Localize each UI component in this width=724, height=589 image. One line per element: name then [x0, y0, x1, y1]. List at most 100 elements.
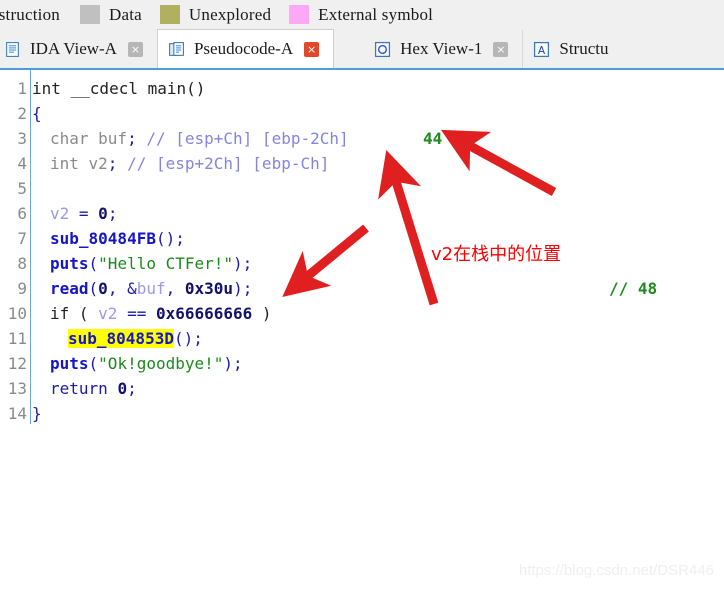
token-calling-convention: __cdecl — [70, 79, 148, 98]
token-equality-op: == — [117, 304, 156, 323]
token-close-paren: ); — [233, 279, 253, 298]
line-number: 11 — [7, 329, 27, 348]
line-number: 10 — [7, 304, 27, 323]
line-number: 8 — [17, 254, 27, 273]
token-function-name: main — [147, 79, 187, 98]
code-line-4[interactable]: int v2; // [esp+2Ch] [ebp-Ch] — [50, 151, 329, 176]
code-line-9[interactable]: read(0, &buf, 0x30u); — [50, 276, 252, 301]
code-line-14[interactable]: } — [32, 401, 42, 426]
token-string-hello: "Hello CTFer!" — [98, 254, 234, 273]
code-area[interactable]: 1 2 3 4 5 6 7 8 9 10 11 12 13 14 int __c… — [0, 70, 724, 589]
token-semicolon: ; — [107, 154, 118, 173]
legend-swatch-external-symbol — [289, 5, 310, 24]
token-close-paren: ) — [252, 304, 272, 323]
token-arg-fd: 0 — [98, 279, 108, 298]
token-int-decl: int v2 — [50, 154, 108, 173]
line-number: 3 — [17, 129, 27, 148]
line-number: 6 — [17, 204, 27, 223]
code-line-11[interactable]: sub_804853D(); — [68, 326, 203, 351]
code-line-3[interactable]: char buf; // [esp+Ch] [ebp-2Ch] — [50, 126, 349, 151]
svg-text:A: A — [538, 43, 546, 56]
line-number: 9 — [17, 279, 27, 298]
code-line-8[interactable]: puts("Hello CTFer!"); — [50, 251, 252, 276]
legend-label-external-symbol: External symbol — [318, 4, 434, 24]
token-parens: () — [186, 79, 206, 98]
annotation-offset-44: 44 — [423, 129, 443, 148]
line-number: 12 — [7, 354, 27, 373]
legend-swatch-unexplored — [159, 5, 180, 24]
document-icon — [6, 41, 19, 57]
line-number: 14 — [7, 404, 27, 423]
legend-item-unexplored: Unexplored — [159, 0, 289, 29]
token-string-goodbye: "Ok!goodbye!" — [98, 354, 224, 373]
token-semicolon: ; — [127, 379, 137, 398]
token-close-paren: ); — [233, 254, 253, 273]
token-comma: , — [165, 279, 185, 298]
token-assign-op: = — [69, 204, 99, 223]
legend-bar: nstruction Data Unexplored External symb… — [0, 0, 724, 30]
token-return-value: 0 — [117, 379, 128, 398]
structures-icon: A — [534, 41, 550, 57]
token-magic-value: 0x66666666 — [155, 304, 253, 323]
legend-label-data: Data — [109, 4, 142, 24]
hex-view-icon — [375, 41, 391, 57]
token-open-paren: ( — [88, 354, 99, 373]
annotation-offset-48: // 48 — [609, 279, 658, 298]
legend-swatch-data — [80, 5, 100, 24]
token-stack-comment: // [esp+Ch] [ebp-2Ch] — [136, 129, 349, 148]
legend-item-external-symbol: External symbol — [289, 0, 451, 29]
tab-label-structures: Structu — [559, 39, 609, 58]
legend-item-data: Data — [80, 0, 160, 29]
token-open-brace: { — [32, 104, 42, 123]
token-call-sub-804853d-highlighted[interactable]: sub_804853D — [68, 329, 174, 348]
watermark-text: https://blog.csdn.net/DSR446 — [518, 562, 714, 579]
arrow-to-buf-offset — [440, 129, 557, 196]
token-return-keyword: return — [50, 379, 118, 398]
tab-hex-view-1[interactable]: Hex View-1 × — [364, 30, 523, 68]
token-return-type: int — [32, 79, 71, 98]
tab-label-pseudocode-a: Pseudocode-A — [193, 39, 294, 58]
legend-label-instruction: nstruction — [0, 4, 60, 24]
token-call-sub-80484fb[interactable]: sub_80484FB — [50, 229, 156, 248]
token-call-tail: (); — [155, 229, 185, 248]
tab-pseudocode-a[interactable]: Pseudocode-A × — [156, 29, 335, 68]
token-char-decl: char buf — [50, 129, 128, 148]
line-number: 13 — [7, 379, 27, 398]
pseudocode-icon — [169, 41, 184, 56]
token-call-puts[interactable]: puts — [50, 254, 89, 273]
token-call-read[interactable]: read — [50, 279, 89, 298]
tab-label-ida-view-a: IDA View-A — [30, 39, 117, 58]
token-call-tail: (); — [173, 329, 203, 348]
token-semicolon: ; — [107, 204, 118, 223]
token-comma-addr: , & — [107, 279, 137, 298]
line-number: 1 — [17, 79, 27, 98]
arrow-to-read-call — [282, 224, 369, 298]
code-line-12[interactable]: puts("Ok!goodbye!"); — [50, 351, 243, 376]
tab-close-pseudocode-a[interactable]: × — [304, 41, 320, 57]
line-number: 2 — [17, 104, 27, 123]
token-arg-size: 0x30u — [184, 279, 234, 298]
pseudocode-editor[interactable]: 1 2 3 4 5 6 7 8 9 10 11 12 13 14 int __c… — [0, 68, 724, 589]
tab-close-hex-view-1[interactable]: × — [493, 41, 509, 57]
token-variable-v2: v2 — [98, 304, 118, 323]
token-zero: 0 — [98, 204, 108, 223]
token-variable-v2: v2 — [50, 204, 70, 223]
code-line-2[interactable]: { — [32, 101, 42, 126]
tab-close-ida-view-a[interactable]: × — [127, 41, 143, 57]
line-number: 7 — [17, 229, 27, 248]
annotation-chinese-note: v2在栈中的位置 — [431, 244, 562, 265]
token-open-paren: ( — [88, 254, 99, 273]
code-line-1[interactable]: int __cdecl main() — [32, 76, 205, 101]
token-close-brace: } — [32, 404, 42, 423]
tab-ida-view-a[interactable]: IDA View-A × — [0, 30, 157, 68]
token-call-puts[interactable]: puts — [50, 354, 89, 373]
arrow-to-v2-offset — [378, 149, 439, 306]
code-line-6[interactable]: v2 = 0; — [50, 201, 117, 226]
token-stack-comment: // [esp+2Ch] [ebp-Ch] — [117, 154, 330, 173]
code-line-10[interactable]: if ( v2 == 0x66666666 ) — [50, 301, 272, 326]
code-line-13[interactable]: return 0; — [50, 376, 137, 401]
line-number: 4 — [17, 154, 27, 173]
legend-label-unexplored: Unexplored — [188, 4, 272, 24]
tab-structures[interactable]: A Structu — [522, 30, 623, 68]
code-line-7[interactable]: sub_80484FB(); — [50, 226, 185, 251]
